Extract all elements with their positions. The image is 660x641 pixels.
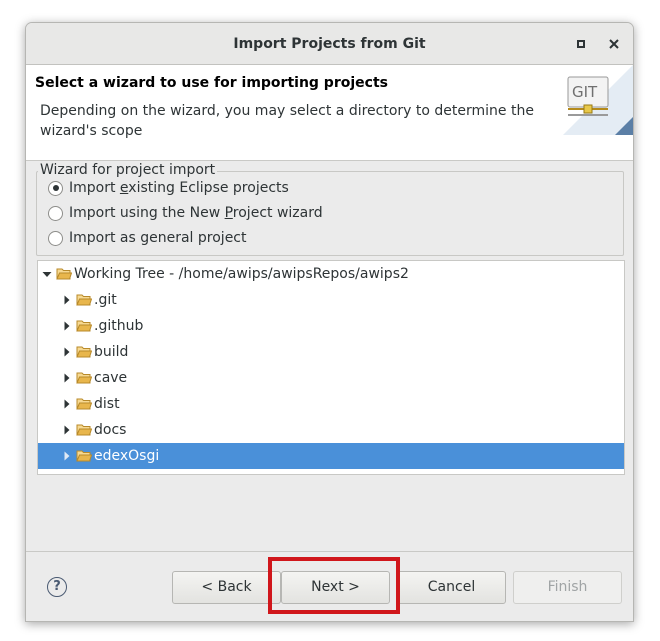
expand-arrow-right-icon[interactable] [62, 373, 72, 383]
title-bar[interactable]: Import Projects from Git [26, 23, 633, 65]
working-tree-view[interactable]: Working Tree - /home/awips/awipsRepos/aw… [37, 260, 625, 475]
tree-item-edexosgi[interactable]: edexOsgi [38, 443, 624, 469]
expand-arrow-right-icon[interactable] [62, 451, 72, 461]
git-banner-text: GIT [572, 83, 598, 101]
cancel-button[interactable]: Cancel [397, 571, 506, 604]
button-bar: ? < Back Next > Cancel Finish [26, 551, 633, 621]
expand-arrow-right-icon[interactable] [62, 425, 72, 435]
maximize-button[interactable] [573, 36, 589, 52]
window-title: Import Projects from Git [233, 36, 426, 52]
finish-button[interactable]: Finish [513, 571, 622, 604]
close-button[interactable] [606, 36, 622, 52]
back-button[interactable]: < Back [172, 571, 281, 604]
folder-open-icon [76, 398, 92, 410]
next-button[interactable]: Next > [281, 571, 390, 604]
tree-item-git[interactable]: .git [38, 287, 624, 313]
tree-item-label: .git [94, 292, 117, 308]
radio-general-project[interactable]: Import as general project [48, 228, 247, 248]
tree-item-dist[interactable]: dist [38, 391, 624, 417]
tree-item-label: dist [94, 396, 120, 412]
tree-item-label: docs [94, 422, 127, 438]
tree-item-label: edexOsgi [94, 448, 160, 464]
folder-open-icon [76, 346, 92, 358]
header-title: Select a wizard to use for importing pro… [35, 75, 388, 91]
folder-open-icon [76, 424, 92, 436]
folder-open-icon [76, 372, 92, 384]
tree-item-cave[interactable]: cave [38, 365, 624, 391]
radio-button-checked[interactable] [48, 180, 63, 196]
expand-arrow-down-icon[interactable] [42, 269, 52, 279]
folder-open-icon [56, 268, 72, 280]
wizard-group-label: Wizard for project import [38, 162, 218, 178]
header-description: Depending on the wizard, you may select … [40, 103, 534, 139]
tree-item-build[interactable]: build [38, 339, 624, 365]
git-banner-icon: GIT [563, 65, 633, 135]
radio-button[interactable] [48, 230, 63, 246]
import-dialog: Import Projects from Git Select a wizard… [25, 22, 634, 622]
radio-import-existing[interactable]: Import existing Eclipse projects [48, 178, 289, 198]
radio-label: Import existing Eclipse projects [69, 180, 289, 196]
expand-arrow-right-icon[interactable] [62, 347, 72, 357]
radio-new-project-wizard[interactable]: Import using the New Project wizard [48, 203, 323, 223]
wizard-group: Wizard for project import Import existin… [36, 162, 624, 256]
wizard-header: Select a wizard to use for importing pro… [26, 65, 633, 161]
folder-open-icon [76, 320, 92, 332]
tree-item-label: Working Tree - /home/awips/awipsRepos/aw… [74, 266, 409, 282]
expand-arrow-right-icon[interactable] [62, 399, 72, 409]
folder-open-icon [76, 294, 92, 306]
tree-item-label: .github [94, 318, 144, 334]
tree-item-label: build [94, 344, 129, 360]
tree-root-working-tree[interactable]: Working Tree - /home/awips/awipsRepos/aw… [38, 261, 624, 287]
radio-button[interactable] [48, 205, 63, 221]
tree-item-github[interactable]: .github [38, 313, 624, 339]
radio-label: Import as general project [69, 230, 247, 246]
tree-item-docs[interactable]: docs [38, 417, 624, 443]
close-icon [609, 39, 619, 49]
maximize-icon [577, 40, 585, 48]
radio-label: Import using the New Project wizard [69, 205, 323, 221]
folder-open-icon [76, 450, 92, 462]
help-icon[interactable]: ? [47, 577, 67, 597]
expand-arrow-right-icon[interactable] [62, 321, 72, 331]
expand-arrow-right-icon[interactable] [62, 295, 72, 305]
tree-item-label: cave [94, 370, 128, 386]
